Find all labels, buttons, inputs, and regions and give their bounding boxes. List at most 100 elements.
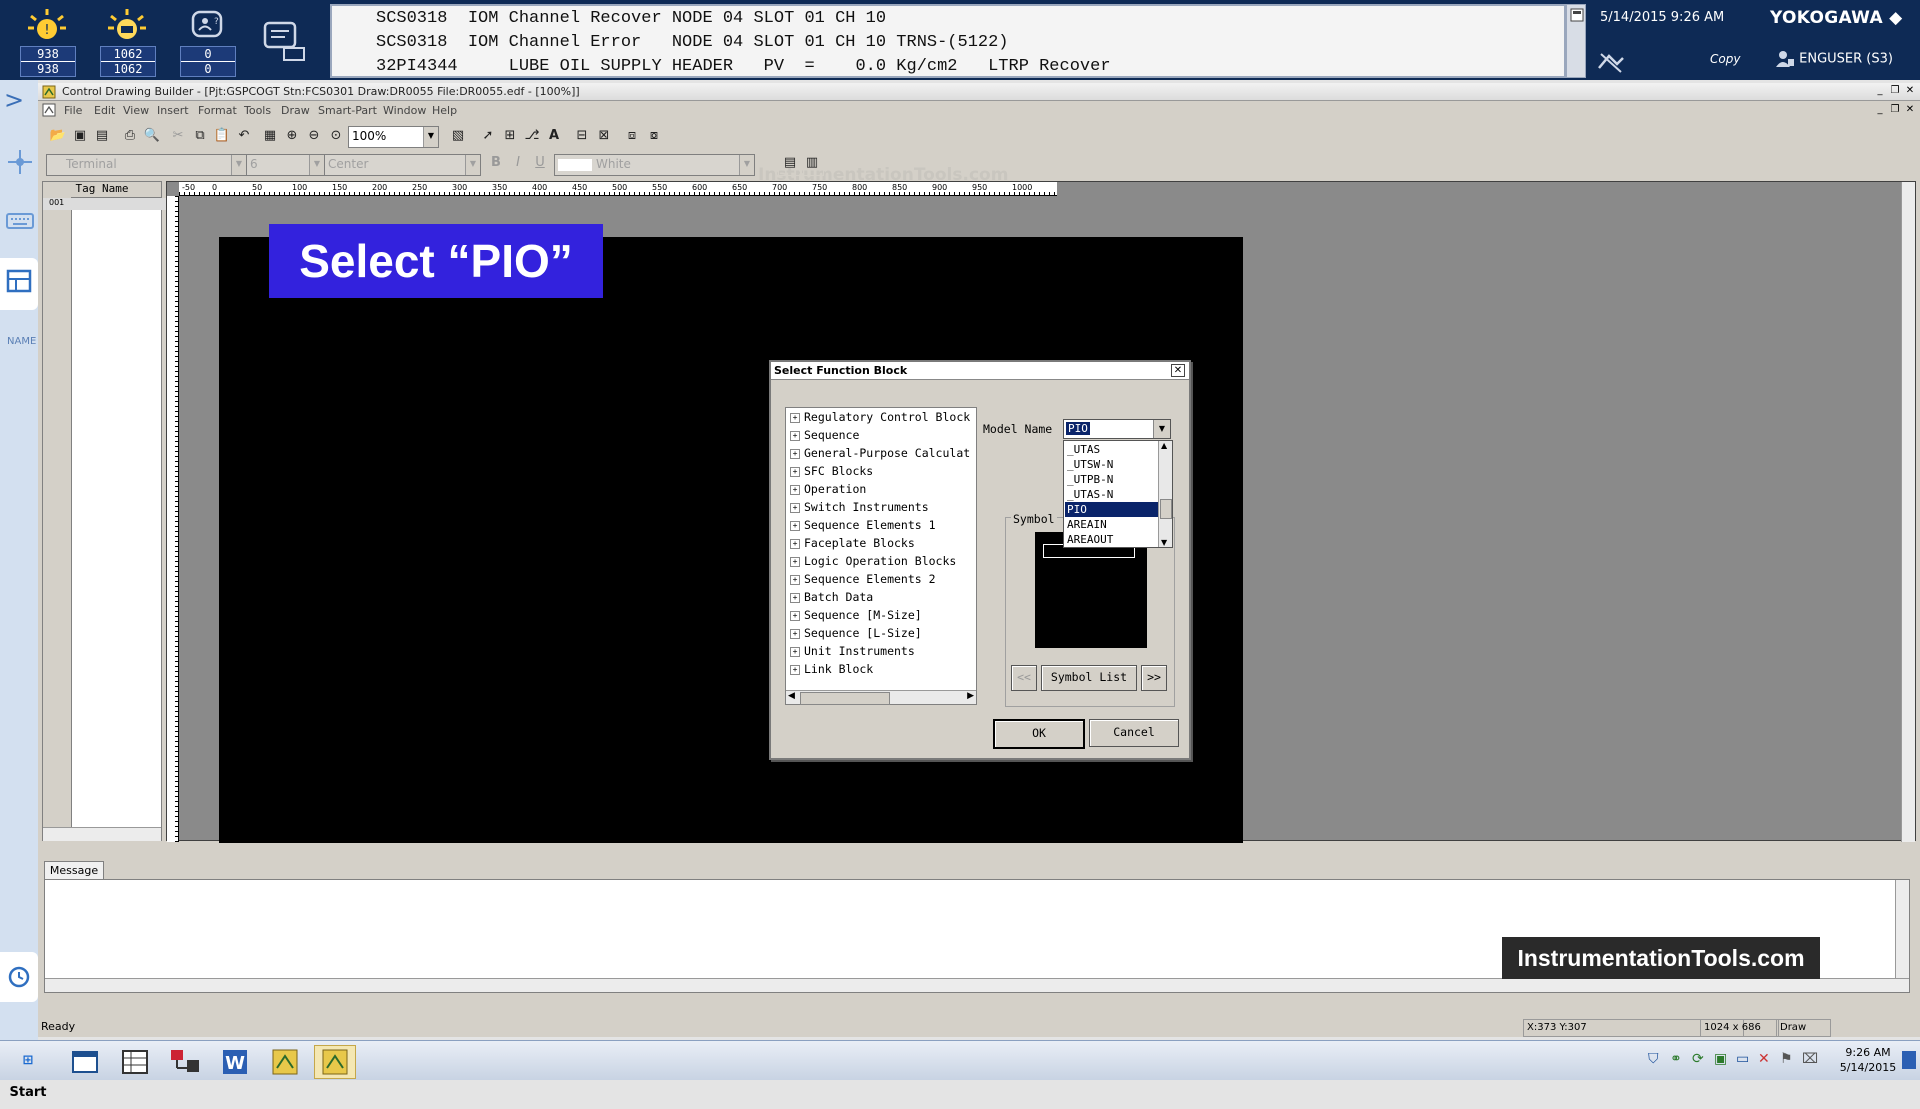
text-align-select[interactable]: Center ▼	[324, 154, 481, 176]
operator-guide-button[interactable]: ? 00	[166, 4, 248, 77]
plus-icon[interactable]: +	[790, 520, 800, 531]
document-icon[interactable]	[42, 103, 56, 117]
tree-item[interactable]: + Faceplate Blocks	[790, 536, 915, 550]
model-option[interactable]: AREAIN	[1065, 517, 1159, 532]
color-select[interactable]: White ▼	[554, 154, 755, 176]
zoom-out-icon[interactable]: ⊖	[302, 125, 326, 149]
italic-icon[interactable]: I	[506, 152, 530, 176]
system-alarm-button[interactable]: 1062 1062	[86, 4, 168, 77]
link-icon[interactable]: ⎇	[520, 125, 544, 149]
plus-icon[interactable]: +	[790, 664, 800, 675]
zoom-in-icon[interactable]: ⊕	[280, 125, 304, 149]
network-tray-icon[interactable]: ⚭	[1670, 1051, 1682, 1067]
model-option[interactable]: _UTPB-N	[1065, 472, 1159, 487]
plus-icon[interactable]: +	[790, 484, 800, 495]
shield-icon[interactable]: ⛉	[1648, 1051, 1659, 1067]
dropdown-scroll-thumb[interactable]	[1160, 499, 1172, 519]
tag-row[interactable]: 001	[43, 198, 167, 210]
function-block-icon[interactable]: ⊞	[498, 125, 522, 149]
bold-icon[interactable]: B	[484, 152, 508, 176]
scroll-down-icon[interactable]: ▼	[1161, 538, 1167, 547]
dock-history-tab[interactable]	[0, 952, 38, 1002]
menu-window[interactable]: Window	[383, 104, 426, 117]
taskbar-control-drawing-icon[interactable]	[314, 1045, 356, 1079]
copy-icon[interactable]: ⧉	[188, 125, 212, 149]
user-button[interactable]: ENGUSER (S3)	[1775, 50, 1893, 68]
taskbar-table-icon[interactable]	[114, 1045, 156, 1079]
tree-item[interactable]: + Operation	[790, 482, 866, 496]
fill-style-icon[interactable]: ▥	[800, 152, 824, 176]
scroll-right-icon[interactable]: ▶	[967, 691, 974, 701]
function-block-tree[interactable]: + Regulatory Control Block + Sequence + Gen…	[785, 407, 977, 705]
dropdown-scrollbar[interactable]: ▲ ▼	[1158, 441, 1172, 547]
menu-draw[interactable]: Draw	[281, 104, 310, 117]
cancel-button[interactable]: Cancel	[1089, 719, 1179, 747]
properties-icon[interactable]: ▧	[446, 125, 470, 149]
model-option[interactable]: AREAOUT	[1065, 532, 1159, 547]
plus-icon[interactable]: +	[790, 592, 800, 603]
taskbar-window-icon[interactable]	[64, 1045, 106, 1079]
next-symbol-button[interactable]: >>	[1141, 665, 1167, 691]
dialog-titlebar[interactable]: Select Function Block ✕	[771, 362, 1189, 380]
cut-icon[interactable]: ✂	[166, 125, 190, 149]
chevron-down-icon[interactable]: ▼	[1153, 420, 1170, 438]
ungroup-icon[interactable]: ⧇	[642, 125, 666, 149]
plus-icon[interactable]: +	[790, 448, 800, 459]
tree-item[interactable]: + Link Block	[790, 662, 873, 676]
model-option[interactable]: _UTAS-N	[1065, 487, 1159, 502]
grid-icon[interactable]: ▦	[258, 125, 282, 149]
network-icon[interactable]	[4, 146, 36, 178]
paste-icon[interactable]: 📋	[210, 125, 234, 149]
line-style-icon[interactable]: ▤	[778, 152, 802, 176]
plus-icon[interactable]: +	[790, 646, 800, 657]
doc-close-button[interactable]: ✕	[1904, 105, 1916, 116]
tree-item[interactable]: + Sequence Elements 1	[790, 518, 936, 532]
model-option[interactable]: _UTAS	[1065, 442, 1159, 457]
menu-file[interactable]: File	[64, 104, 82, 117]
alarm-line[interactable]: 32PI4344 LUBE OIL SUPPLY HEADER PV = 0.0…	[376, 57, 1111, 76]
alarm-line[interactable]: SCS0318 IOM Channel Recover NODE 04 SLOT…	[376, 9, 886, 28]
tree-item[interactable]: + Regulatory Control Block	[790, 410, 970, 424]
plus-icon[interactable]: +	[790, 574, 800, 585]
taskbar-system-view-icon[interactable]	[164, 1045, 206, 1079]
menu-insert[interactable]: Insert	[157, 104, 189, 117]
text-tool-icon[interactable]: A	[542, 125, 566, 149]
plus-icon[interactable]: +	[790, 502, 800, 513]
menu-help[interactable]: Help	[432, 104, 457, 117]
taskbar-word-icon[interactable]: W	[214, 1045, 256, 1079]
display-icon[interactable]: ▭	[1736, 1051, 1749, 1067]
tree-item[interactable]: + Batch Data	[790, 590, 873, 604]
tree-item[interactable]: + Sequence Elements 2	[790, 572, 936, 586]
plus-icon[interactable]: +	[790, 628, 800, 639]
doc-restore-button[interactable]: ❐	[1889, 105, 1901, 116]
copy-button[interactable]: Copy	[1710, 52, 1740, 66]
alarm-panel-scroll[interactable]	[1566, 4, 1586, 78]
expand-chevron-icon[interactable]: >	[4, 86, 36, 118]
tag-panel-hscroll[interactable]	[43, 827, 161, 841]
plus-icon[interactable]: +	[790, 538, 800, 549]
align-left-icon[interactable]: ⊟	[570, 125, 594, 149]
volume-muted-icon[interactable]: ✕	[1758, 1051, 1770, 1067]
tree-scroll-thumb[interactable]	[800, 692, 890, 705]
monitor-tray-icon[interactable]: ▣	[1714, 1051, 1727, 1067]
keyboard-icon[interactable]	[4, 204, 36, 236]
plus-icon[interactable]: +	[790, 466, 800, 477]
sync-icon[interactable]: ⟳	[1692, 1051, 1704, 1067]
start-button[interactable]: ⊞ Start	[2, 1045, 54, 1100]
save-icon[interactable]: ▣	[68, 125, 92, 149]
alarm-summary-panel[interactable]: SCS0318 IOM Channel Recover NODE 04 SLOT…	[330, 4, 1566, 78]
open-folder-icon[interactable]: 📂	[46, 125, 70, 149]
message-monitor-icon[interactable]	[262, 20, 308, 64]
font-name-select[interactable]: Terminal ▼	[46, 154, 247, 176]
ok-button[interactable]: OK	[993, 719, 1085, 749]
restore-button[interactable]: ❐	[1889, 86, 1901, 97]
tree-item[interactable]: + Logic Operation Blocks	[790, 554, 956, 568]
menu-edit[interactable]: Edit	[94, 104, 115, 117]
close-button[interactable]: ✕	[1904, 86, 1916, 97]
zoom-fit-icon[interactable]: ⊙	[324, 125, 348, 149]
tree-item[interactable]: + Sequence [M-Size]	[790, 608, 922, 622]
plus-icon[interactable]: +	[790, 412, 800, 423]
save-all-icon[interactable]: ▤	[90, 125, 114, 149]
tree-item[interactable]: + Sequence [L-Size]	[790, 626, 922, 640]
menu-tools[interactable]: Tools	[244, 104, 271, 117]
